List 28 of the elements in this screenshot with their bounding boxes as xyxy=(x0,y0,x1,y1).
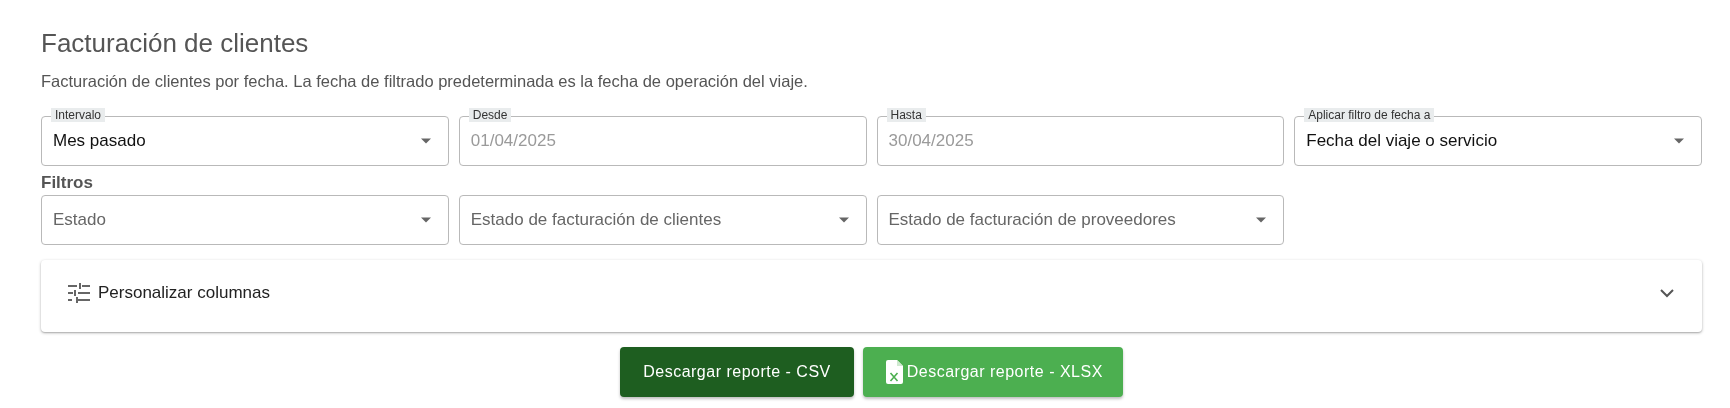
dropdown-field[interactable]: Intervalo Mes pasado xyxy=(41,108,449,166)
field-value: 30/04/2025 xyxy=(888,131,975,151)
spreadsheet-file-icon xyxy=(885,360,903,384)
field-label: Intervalo xyxy=(51,108,106,122)
dropdown-field[interactable]: Aplicar filtro de fecha a Fecha del viaje o servicio xyxy=(1294,108,1702,166)
field-placeholder: Estado xyxy=(53,210,107,230)
field-label: Desde xyxy=(468,108,512,122)
caret-icon xyxy=(1674,138,1684,144)
field-placeholder: Estado de facturación de clientes xyxy=(470,210,723,230)
dropdown-field[interactable]: Estado de facturación de proveedores xyxy=(876,187,1285,245)
caret-icon xyxy=(420,138,431,144)
caret-icon xyxy=(1256,217,1267,223)
customize-columns-panel[interactable]: Personalizar columnas xyxy=(41,260,1702,332)
download-csv-button[interactable]: Descargar reporte - CSV xyxy=(620,347,854,397)
chevron-icon xyxy=(1660,288,1674,298)
caret-icon xyxy=(838,217,849,223)
caret-icon xyxy=(420,217,431,223)
field-placeholder: Estado de facturación de proveedores xyxy=(888,210,1177,230)
field-value: Mes pasado xyxy=(53,131,147,151)
field-label: Hasta xyxy=(886,108,926,122)
field-value: Fecha del viaje o servicio xyxy=(1306,131,1499,151)
page-title: Facturación de clientes xyxy=(41,27,310,59)
page-description: Facturación de clientes por fecha. La fecha de filtrado predeterminada es la fecha de operación del viaje. xyxy=(41,71,809,91)
dropdown-field[interactable]: Estado de facturación de clientes xyxy=(458,187,867,245)
field-value: 01/04/2025 xyxy=(470,131,557,151)
field-label: Aplicar filtro de fecha a xyxy=(1304,108,1435,122)
sliders-icon xyxy=(68,283,90,303)
panel-title: Personalizar columnas xyxy=(98,283,271,303)
